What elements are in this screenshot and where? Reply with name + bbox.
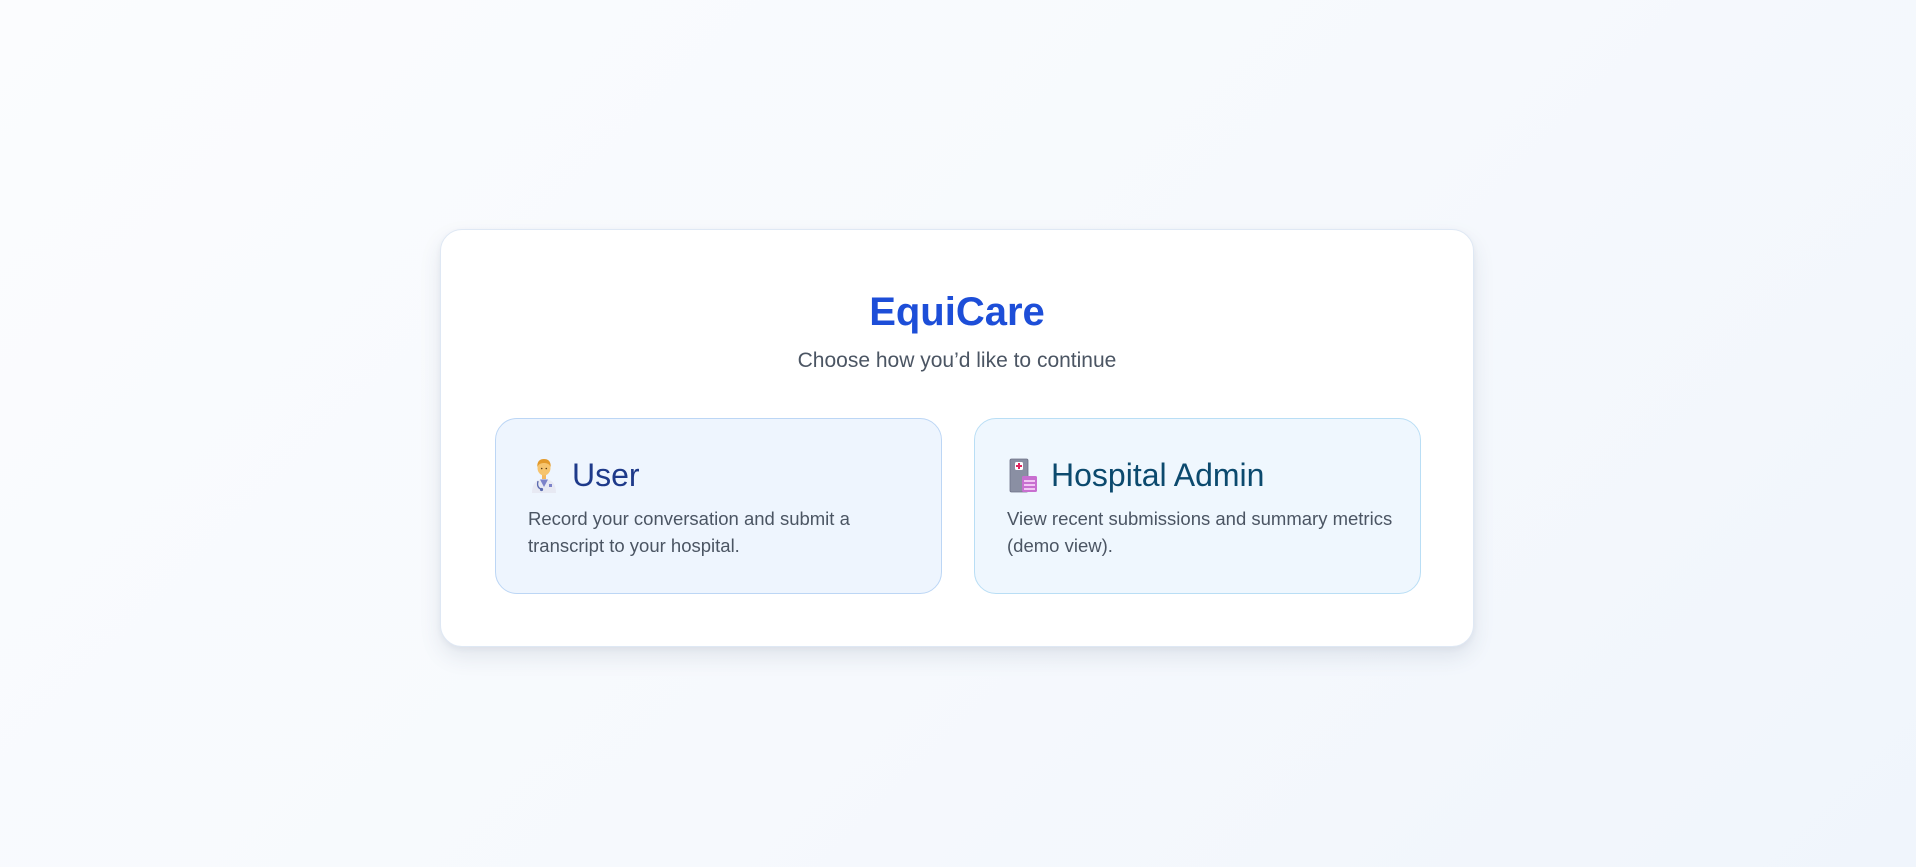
admin-option-description: View recent submissions and summary metr… xyxy=(1007,508,1393,556)
role-selection-card: EquiCare Choose how you’d like to contin… xyxy=(440,229,1474,647)
admin-option-title: Hospital Admin xyxy=(1051,457,1265,493)
admin-option-header: Hospital Admin xyxy=(1007,455,1264,495)
doctor-icon xyxy=(528,457,560,493)
hospital-admin-option-card[interactable]: Hospital Admin View recent submissions a… xyxy=(974,418,1421,594)
user-option-title: User xyxy=(572,457,640,493)
page-subtitle: Choose how you’d like to continue xyxy=(797,349,1117,372)
user-option-description: Record your conversation and submit a tr… xyxy=(528,508,850,556)
hospital-icon xyxy=(1007,457,1039,493)
user-option-header: User xyxy=(528,455,640,495)
app-title: EquiCare xyxy=(869,290,1045,334)
user-option-card[interactable]: User Record your conversation and submit… xyxy=(495,418,942,594)
